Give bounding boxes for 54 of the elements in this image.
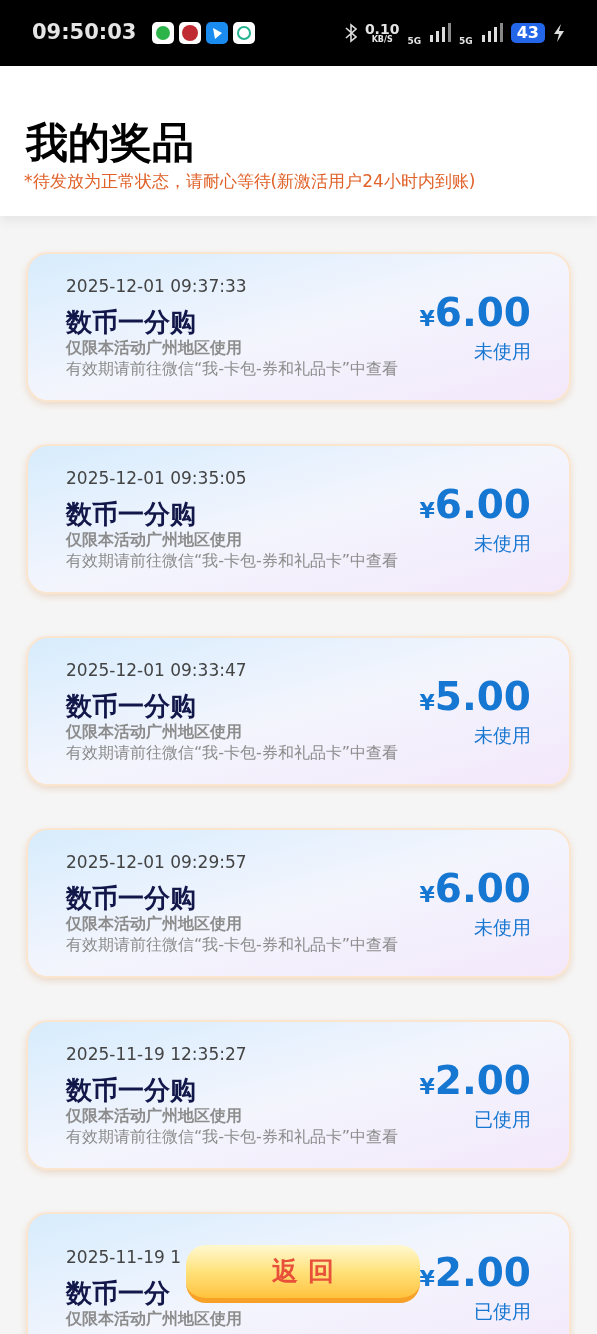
network-type: 5G xyxy=(459,35,473,49)
prize-amount: 6.00 xyxy=(434,480,531,529)
prize-status: 已使用 xyxy=(474,1106,531,1132)
bluetooth-icon xyxy=(344,23,357,43)
prize-name: 数币一分 xyxy=(66,1276,170,1309)
prize-hint: 有效期请前往微信“我-卡包-券和礼品卡”中查看 xyxy=(66,741,400,764)
prize-area: 仅限本活动广州地区使用 xyxy=(66,721,242,742)
signal-icon xyxy=(429,23,452,43)
currency-symbol: ¥ xyxy=(419,689,435,717)
prize-amount: 6.00 xyxy=(434,864,531,913)
prize-name: 数币一分购 xyxy=(66,1073,196,1106)
prize-area: 仅限本活动广州地区使用 xyxy=(66,1308,242,1329)
prize-name: 数币一分购 xyxy=(66,497,196,530)
prize-hint: 有效期请前往微信“我-卡包-券和礼品卡”中查看 xyxy=(66,1125,400,1148)
prize-time: 2025-12-01 09:33:47 xyxy=(66,659,247,683)
prize-status: 未使用 xyxy=(474,722,531,748)
prize-status: 未使用 xyxy=(474,530,531,556)
prize-time: 2025-12-01 09:35:05 xyxy=(66,467,247,491)
prize-time: 2025-12-01 09:37:33 xyxy=(66,275,247,299)
prize-status: 未使用 xyxy=(474,914,531,940)
prize-status: 未使用 xyxy=(474,338,531,364)
prize-amount: 5.00 xyxy=(434,672,531,721)
prize-area: 仅限本活动广州地区使用 xyxy=(66,529,242,550)
prize-amount: 2.00 xyxy=(434,1056,531,1105)
prize-area: 仅限本活动广州地区使用 xyxy=(66,1105,242,1126)
prize-amount: 6.00 xyxy=(434,288,531,337)
prize-name: 数币一分购 xyxy=(66,305,196,338)
prize-area: 仅限本活动广州地区使用 xyxy=(66,913,242,934)
page-title: 我的奖品 xyxy=(26,116,195,169)
prize-amount: 2.00 xyxy=(434,1248,531,1297)
prize-hint: 有效期请前往微信“我-卡包-券和礼品卡”中查看 xyxy=(66,933,400,956)
network-speed: 0.10 xyxy=(364,22,400,36)
signal-icon xyxy=(480,23,503,43)
prize-hint: 有效期请前往微信“我-卡包-券和礼品卡”中查看 xyxy=(66,357,400,380)
clock-time: 09:50:03 xyxy=(32,19,137,47)
prize-time: 2025-11-19 1 xyxy=(66,1246,181,1270)
notice-text: *待发放为正常状态，请耐心等待(新激活用户24小时内到账) xyxy=(24,169,477,193)
prize-name: 数币一分购 xyxy=(66,689,196,722)
prize-status: 已使用 xyxy=(474,1298,531,1324)
prize-hint: 有效期请前往微信“我-卡包-券和礼品卡”中查看 xyxy=(66,549,400,572)
charging-bolt-icon xyxy=(553,24,565,42)
currency-symbol: ¥ xyxy=(419,1073,435,1101)
currency-symbol: ¥ xyxy=(419,305,435,333)
battery-level: 43 xyxy=(510,23,545,43)
network-speed-unit: KB/S xyxy=(371,36,393,44)
back-button[interactable]: 返 回 xyxy=(186,1245,420,1303)
prize-name: 数币一分购 xyxy=(66,881,196,914)
currency-symbol: ¥ xyxy=(419,1265,435,1293)
prize-area: 仅限本活动广州地区使用 xyxy=(66,337,242,358)
network-type: 5G xyxy=(407,35,422,49)
prize-time: 2025-12-01 09:29:57 xyxy=(66,851,247,875)
currency-symbol: ¥ xyxy=(419,881,435,909)
currency-symbol: ¥ xyxy=(419,497,435,525)
prize-time: 2025-11-19 12:35:27 xyxy=(66,1043,247,1067)
